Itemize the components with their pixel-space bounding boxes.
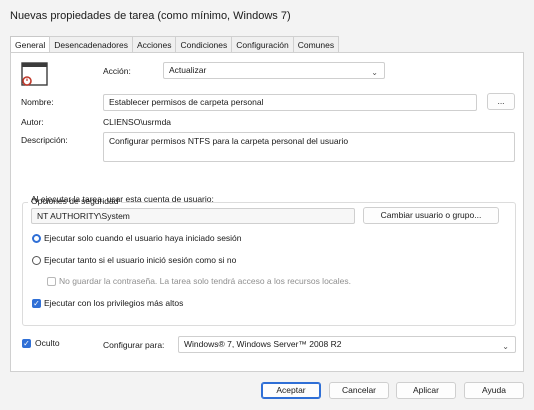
no-store-password-checkbox [47, 277, 56, 286]
tab-configuracion[interactable]: Configuración [231, 36, 294, 53]
descripcion-label: Descripción: [21, 135, 68, 145]
help-button[interactable]: Ayuda [464, 382, 524, 399]
autor-label: Autor: [21, 117, 44, 127]
radio-logged-on-label[interactable]: Ejecutar solo cuando el usuario haya ini… [44, 233, 242, 243]
autor-value: CLIENSO\usrmda [103, 117, 172, 127]
chevron-down-icon: ⌄ [371, 68, 378, 77]
accion-select-value: Actualizar [169, 65, 207, 75]
nombre-input[interactable]: Establecer permisos de carpeta personal [103, 94, 477, 111]
highest-privileges-label[interactable]: Ejecutar con los privilegios más altos [44, 298, 183, 308]
configure-for-label: Configurar para: [103, 340, 165, 350]
task-icon [21, 62, 49, 88]
ok-button[interactable]: Aceptar [261, 382, 321, 399]
tab-comunes[interactable]: Comunes [292, 36, 340, 53]
nombre-label: Nombre: [21, 97, 54, 107]
tab-strip: General Desencadenadores Acciones Condic… [10, 36, 340, 54]
tab-acciones[interactable]: Acciones [131, 36, 177, 53]
configure-for-select[interactable]: Windows® 7, Windows Server™ 2008 R2 ⌄ [178, 336, 516, 353]
highest-privileges-checkbox[interactable]: ✓ [32, 299, 41, 308]
descripcion-textarea[interactable]: Configurar permisos NTFS para la carpeta… [103, 132, 515, 162]
no-store-password-label: No guardar la contraseña. La tarea solo … [59, 276, 351, 286]
radio-whether-label[interactable]: Ejecutar tanto si el usuario inició sesi… [44, 255, 236, 265]
run-as-label: Al ejecutar la tarea, usar esta cuenta d… [31, 194, 214, 204]
hidden-checkbox[interactable]: ✓ [22, 339, 31, 348]
configure-for-value: Windows® 7, Windows Server™ 2008 R2 [184, 339, 342, 349]
cancel-button[interactable]: Cancelar [329, 382, 389, 399]
radio-logged-on[interactable] [32, 234, 41, 243]
chevron-down-icon: ⌄ [502, 342, 509, 351]
change-user-button[interactable]: Cambiar usuario o grupo... [363, 207, 499, 224]
radio-whether-logged-on[interactable] [32, 256, 41, 265]
tab-desencadenadores[interactable]: Desencadenadores [49, 36, 133, 53]
descripcion-text: Configurar permisos NTFS para la carpeta… [109, 136, 349, 146]
run-as-account-field: NT AUTHORITY\System [31, 208, 355, 224]
apply-button[interactable]: Aplicar [396, 382, 456, 399]
tab-condiciones[interactable]: Condiciones [175, 36, 233, 53]
accion-label: Acción: [103, 66, 131, 76]
hidden-label[interactable]: Oculto [35, 338, 60, 348]
window-title: Nuevas propiedades de tarea (como mínimo… [10, 10, 291, 22]
browse-button[interactable]: ... [487, 93, 515, 110]
accion-select[interactable]: Actualizar ⌄ [163, 62, 385, 79]
